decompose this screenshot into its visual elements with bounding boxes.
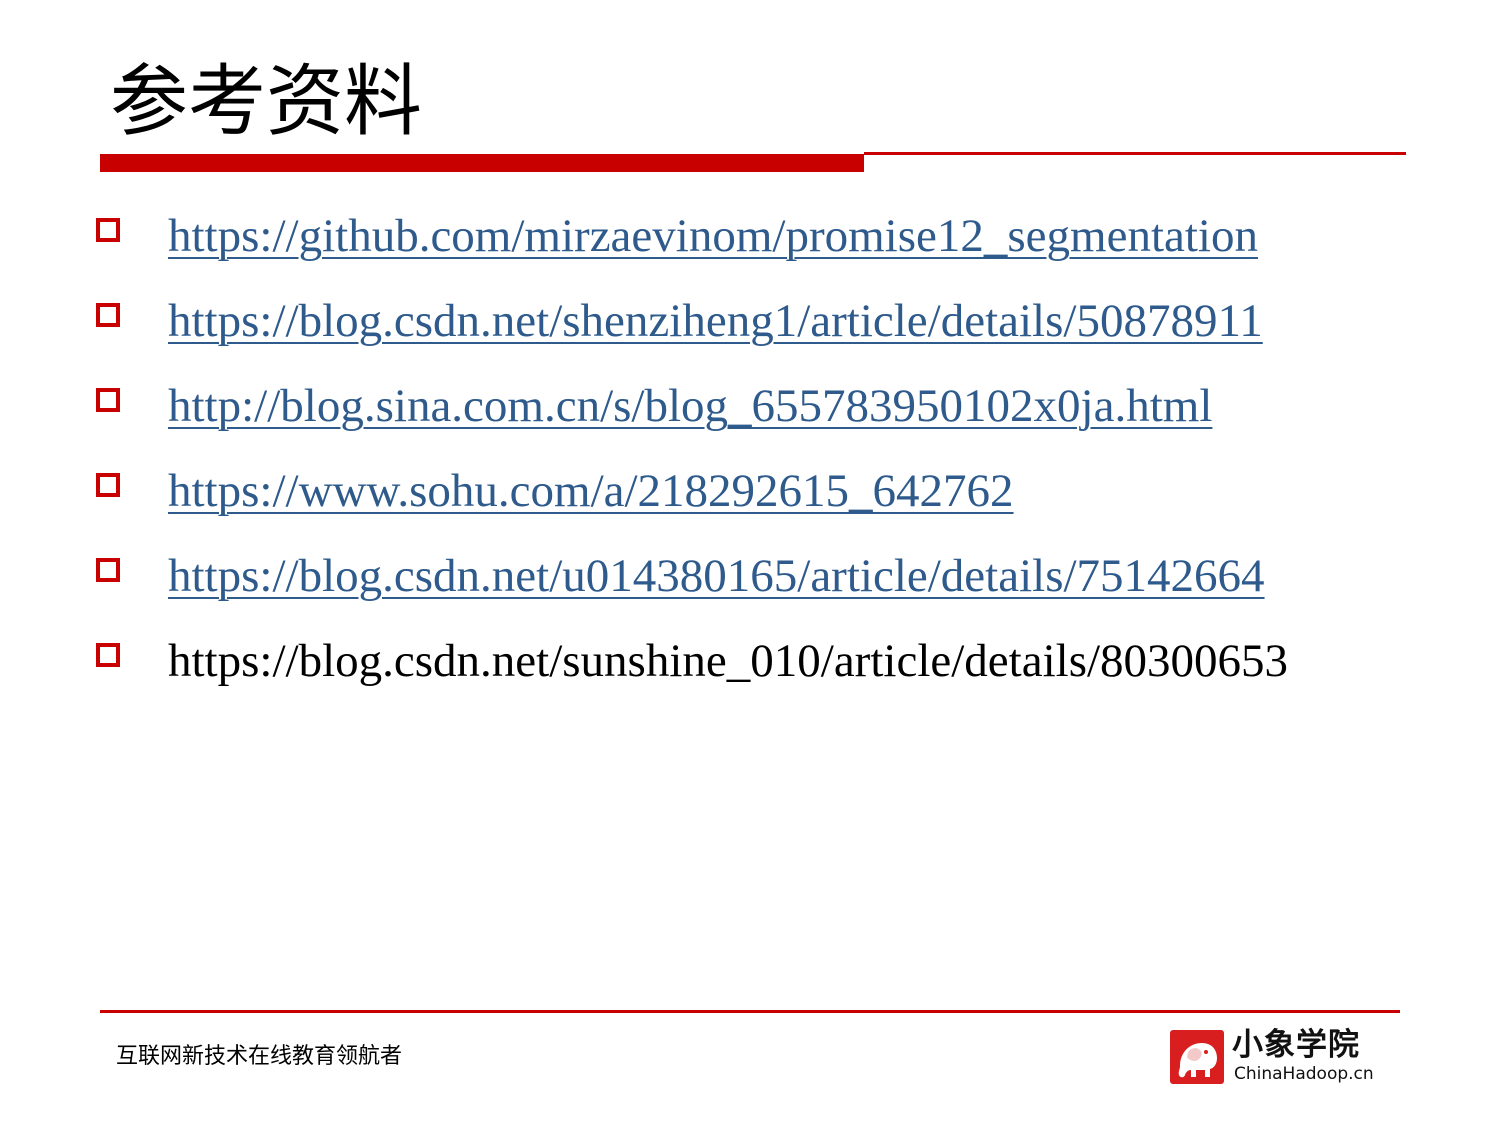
- slide-title: 参考资料: [110, 57, 423, 147]
- square-bullet-icon: [96, 473, 120, 497]
- brand-logo: 小象学院 ChinaHadoop.cn: [1170, 1027, 1392, 1088]
- reference-link-2[interactable]: https://blog.csdn.net/shenziheng1/articl…: [168, 291, 1263, 351]
- reference-link-3[interactable]: http://blog.sina.com.cn/s/blog_655783950…: [168, 376, 1212, 436]
- title-accent-line: [864, 152, 1406, 155]
- reference-link-1[interactable]: https://github.com/mirzaevinom/promise12…: [168, 206, 1258, 266]
- square-bullet-icon: [96, 558, 120, 582]
- logo-name: 小象学院: [1232, 1027, 1360, 1063]
- reference-text-6: https://blog.csdn.net/sunshine_010/artic…: [168, 635, 1289, 687]
- logo-domain: ChinaHadoop.cn: [1234, 1064, 1374, 1084]
- reference-link-4[interactable]: https://www.sohu.com/a/218292615_642762: [168, 461, 1014, 521]
- title-accent-bar: [100, 154, 864, 172]
- square-bullet-icon: [96, 388, 120, 412]
- slide: 参考资料 https://github.com/mirzaevinom/prom…: [0, 0, 1500, 1125]
- footer-divider: [100, 1010, 1400, 1013]
- square-bullet-icon: [96, 218, 120, 242]
- square-bullet-icon: [96, 303, 120, 327]
- footer-slogan: 互联网新技术在线教育领航者: [116, 1044, 403, 1069]
- reference-link-5[interactable]: https://blog.csdn.net/u014380165/article…: [168, 546, 1265, 606]
- elephant-icon: [1170, 1030, 1224, 1084]
- square-bullet-icon: [96, 643, 120, 667]
